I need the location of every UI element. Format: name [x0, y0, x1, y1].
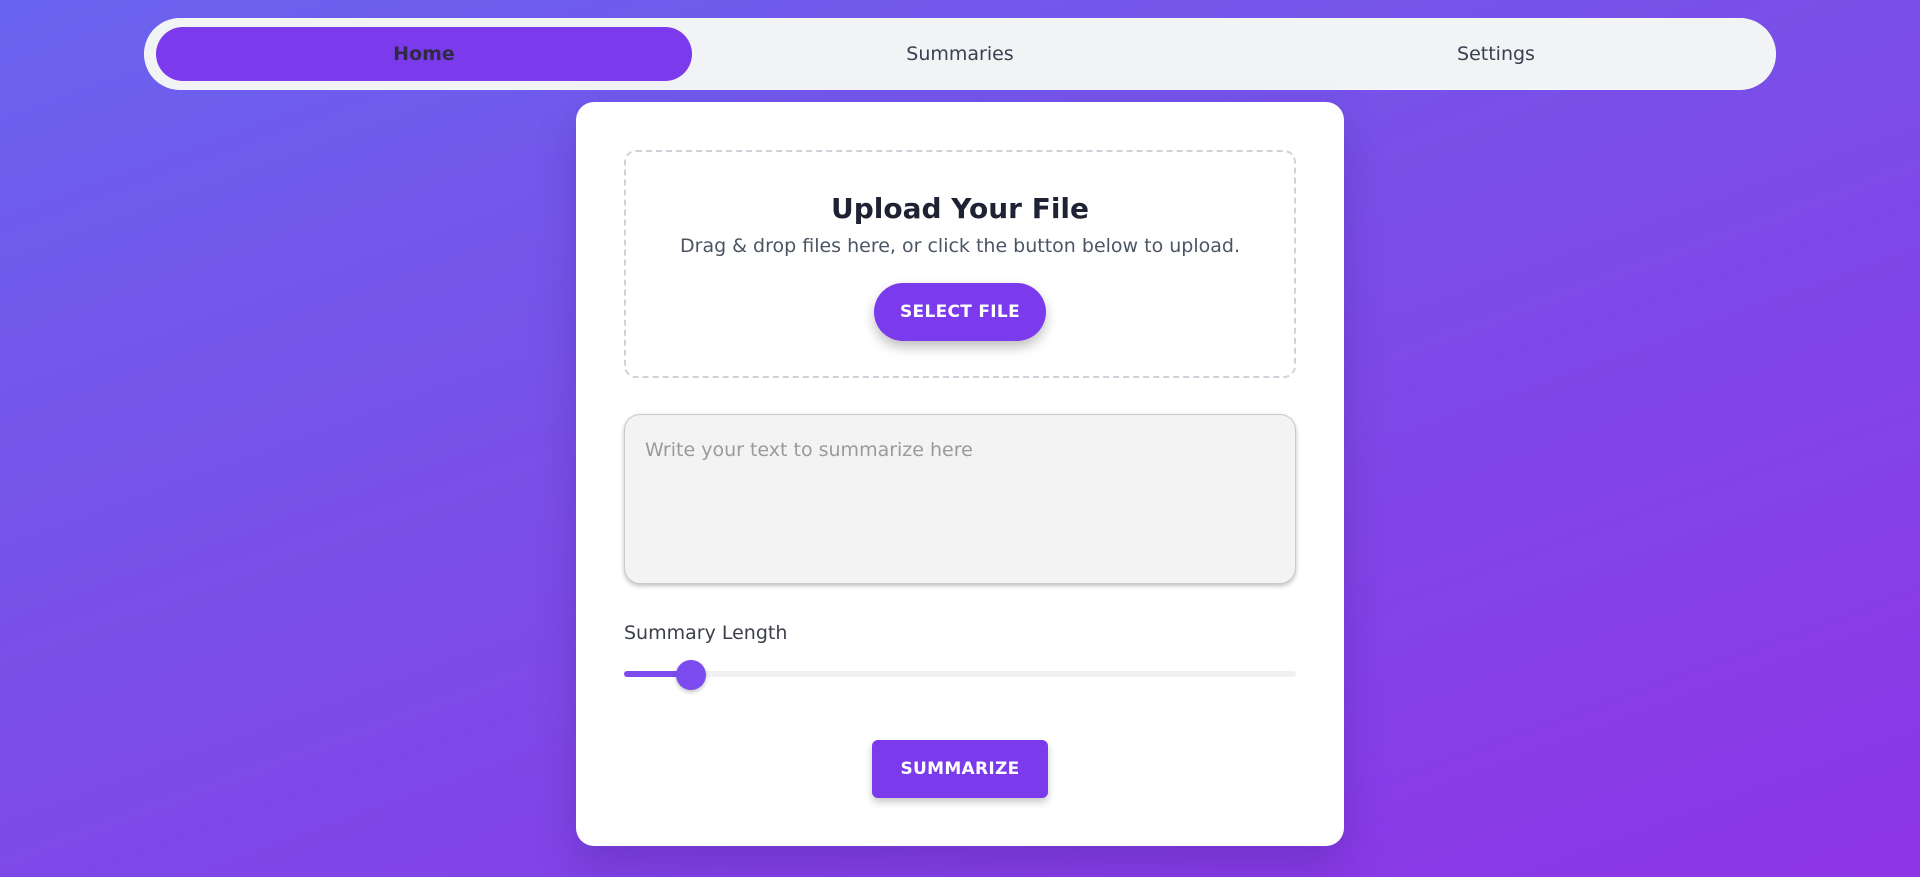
file-drop-zone[interactable]: Upload Your File Drag & drop files here,…	[624, 150, 1296, 378]
tab-summaries[interactable]: Summaries	[692, 27, 1228, 81]
main-card: Upload Your File Drag & drop files here,…	[576, 102, 1344, 846]
slider-track[interactable]	[624, 671, 1296, 677]
upload-title: Upload Your File	[830, 192, 1090, 225]
summarize-button[interactable]: SUMMARIZE	[872, 740, 1048, 798]
upload-instructions: Drag & drop files here, or click the but…	[680, 235, 1240, 257]
slider-thumb[interactable]	[676, 660, 707, 690]
top-navigation: Home Summaries Settings	[144, 18, 1776, 90]
select-file-button[interactable]: SELECT FILE	[874, 283, 1046, 341]
tab-settings[interactable]: Settings	[1228, 27, 1764, 81]
summary-length-label: Summary Length	[624, 622, 788, 644]
tab-home[interactable]: Home	[156, 27, 692, 81]
summarize-text-input[interactable]	[624, 414, 1296, 584]
summary-length-slider[interactable]	[624, 660, 1296, 690]
